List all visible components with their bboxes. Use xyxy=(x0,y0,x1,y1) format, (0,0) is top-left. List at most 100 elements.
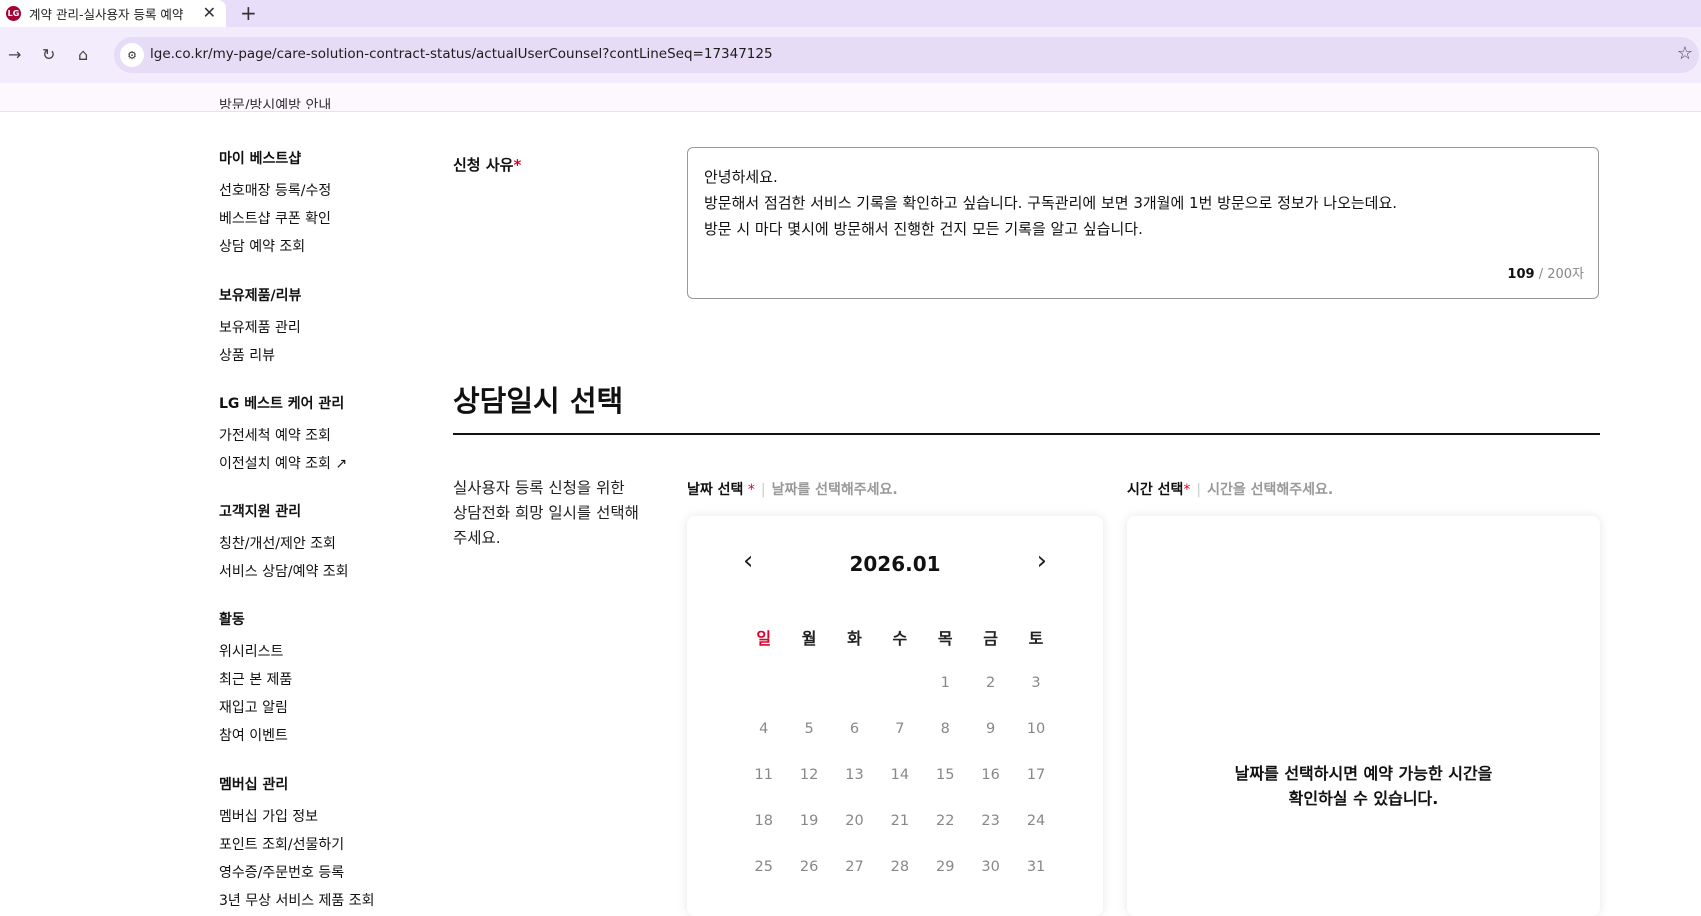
sidebar-item[interactable]: 포인트 조회/선물하기 xyxy=(219,834,344,854)
sidebar-item[interactable]: 이전설치 예약 조회 ↗ xyxy=(219,453,347,473)
calendar-day[interactable]: 1 xyxy=(923,675,968,691)
calendar-day[interactable]: 12 xyxy=(786,767,831,783)
reason-textarea[interactable]: 안녕하세요. 방문해서 점검한 서비스 기록을 확인하고 싶습니다. 구독관리에… xyxy=(687,147,1599,299)
sidebar-item[interactable]: 보유제품 관리 xyxy=(219,317,301,337)
bookmark-star-icon[interactable]: ☆ xyxy=(1677,43,1693,64)
calendar-day[interactable]: 14 xyxy=(877,767,922,783)
calendar-day[interactable]: 16 xyxy=(968,767,1013,783)
calendar-week: 123 xyxy=(741,660,1059,706)
sidebar-item[interactable]: 상품 리뷰 xyxy=(219,345,275,365)
tab-close-icon[interactable]: ✕ xyxy=(203,3,216,22)
calendar-day[interactable]: 28 xyxy=(877,859,922,875)
time-picker-label: 시간 선택* | 시간을 선택해주세요. xyxy=(1127,482,1334,498)
sidebar-item[interactable]: 위시리스트 xyxy=(219,641,283,661)
weekday-label: 토 xyxy=(1028,629,1044,648)
sidebar-group-title: 멤버십 관리 xyxy=(219,777,289,793)
address-bar[interactable]: ⚙ lge.co.kr/my-page/care-solution-contra… xyxy=(114,37,1699,73)
calendar-day[interactable]: 29 xyxy=(923,859,968,875)
weekday-label: 목 xyxy=(937,629,953,648)
sidebar-group-title: 마이 베스트샵 xyxy=(219,151,302,167)
calendar-week: 25 26 27 28 29 30 31 xyxy=(741,844,1059,890)
reason-line: 방문 시 마다 몇시에 방문해서 진행한 건지 모든 기록을 알고 싶습니다. xyxy=(704,220,1143,238)
calendar-day[interactable]: 26 xyxy=(786,859,831,875)
weekday-label: 금 xyxy=(983,629,999,648)
calendar-day[interactable]: 23 xyxy=(968,813,1013,829)
section-divider xyxy=(453,433,1600,435)
tab-title: 계약 관리-실사용자 등록 예약 xyxy=(29,7,184,22)
sidebar-item[interactable]: 영수증/주문번호 등록 xyxy=(219,862,344,882)
calendar-day[interactable]: 20 xyxy=(832,813,877,829)
calendar-day[interactable]: 30 xyxy=(968,859,1013,875)
weekday-label: 월 xyxy=(801,629,817,648)
char-counter: 109 / 200자 xyxy=(1507,267,1584,282)
calendar-day[interactable]: 11 xyxy=(741,767,786,783)
next-month-icon[interactable]: › xyxy=(1037,546,1047,576)
sidebar-item[interactable]: 선호매장 등록/수정 xyxy=(219,180,331,200)
sidebar-group-title: 고객지원 관리 xyxy=(219,504,302,520)
calendar-day[interactable]: 24 xyxy=(1013,813,1058,829)
calendar-card: ‹ 2026.01 › 일 월 화 수 목 금 토 1 2 3 4 5 6 7 8 9 10 11 12 13 14 15… xyxy=(687,516,1103,916)
weekday-label: 수 xyxy=(892,629,908,648)
calendar-day[interactable]: 2 xyxy=(968,675,1013,691)
sidebar-group-title: 활동 xyxy=(219,612,245,628)
sidebar-item[interactable]: 칭찬/개선/제안 조회 xyxy=(219,533,336,553)
weekday-label: 화 xyxy=(847,629,862,648)
calendar-day[interactable]: 6 xyxy=(832,721,877,737)
reason-label: 신청 사유* xyxy=(453,156,522,174)
calendar-week: 4 5 6 7 8 9 10 xyxy=(741,706,1059,752)
home-icon[interactable]: ⌂ xyxy=(78,45,88,64)
schedule-description: 실사용자 등록 신청을 위한 상담전화 희망 일시를 선택해 주세요. xyxy=(453,479,639,547)
calendar-grid: 일 월 화 수 목 금 토 1 2 3 4 5 6 7 8 9 10 11 12 13 14 15 16 17 18 19 20 21… xyxy=(741,614,1059,890)
calendar-day[interactable]: 10 xyxy=(1013,721,1058,737)
calendar-day[interactable]: 27 xyxy=(832,859,877,875)
time-card: 날짜를 선택하시면 예약 가능한 시간을 확인하실 수 있습니다. xyxy=(1127,516,1600,916)
required-mark: * xyxy=(513,156,522,174)
reload-icon[interactable]: ↻ xyxy=(42,45,55,64)
sidebar-item[interactable]: 최근 본 제품 xyxy=(219,669,292,689)
lg-favicon-icon: LG xyxy=(6,6,21,21)
calendar-day[interactable]: 5 xyxy=(786,721,831,737)
time-empty-message: 날짜를 선택하시면 예약 가능한 시간을 확인하실 수 있습니다. xyxy=(1234,764,1493,808)
sidebar-item[interactable]: 3년 무상 서비스 제품 조회 xyxy=(219,890,375,910)
sidebar-item[interactable]: 참여 이벤트 xyxy=(219,725,288,745)
sidebar-item[interactable]: 서비스 상담/예약 조회 xyxy=(219,561,349,581)
tab-strip: LG 계약 관리-실사용자 등록 예약 ✕ + xyxy=(0,0,1701,27)
sidebar-item[interactable]: 베스트샵 쿠폰 확인 xyxy=(219,208,331,228)
forward-icon[interactable]: → xyxy=(8,45,21,64)
section-title: 상담일시 선택 xyxy=(453,384,624,418)
calendar-week: 11 12 13 14 15 16 17 xyxy=(741,752,1059,798)
calendar-day[interactable]: 21 xyxy=(877,813,922,829)
sidebar-item[interactable]: 재입고 알림 xyxy=(219,697,288,717)
sidebar-item[interactable]: 상담 예약 조회 xyxy=(219,236,305,256)
url-text[interactable]: lge.co.kr/my-page/care-solution-contract… xyxy=(150,46,773,62)
calendar-week: 18 19 20 21 22 23 24 xyxy=(741,798,1059,844)
reason-line: 방문해서 점검한 서비스 기록을 확인하고 싶습니다. 구독관리에 보면 3개월… xyxy=(704,194,1398,212)
calendar-day[interactable]: 25 xyxy=(741,859,786,875)
calendar-day[interactable]: 31 xyxy=(1013,859,1058,875)
active-tab[interactable]: LG 계약 관리-실사용자 등록 예약 ✕ xyxy=(0,0,226,27)
weekday-row: 일월화수목금토 xyxy=(741,614,1059,660)
calendar-day[interactable]: 4 xyxy=(741,721,786,737)
calendar-day[interactable]: 17 xyxy=(1013,767,1058,783)
calendar-day[interactable]: 22 xyxy=(923,813,968,829)
calendar-day[interactable]: 13 xyxy=(832,767,877,783)
time-placeholder: 시간을 선택해주세요. xyxy=(1207,482,1334,498)
calendar-day[interactable]: 9 xyxy=(968,721,1013,737)
calendar-day[interactable]: 15 xyxy=(923,767,968,783)
sidebar-group-title: 보유제품/리뷰 xyxy=(219,288,302,304)
calendar-day[interactable]: 3 xyxy=(1013,675,1058,691)
date-picker-label: 날짜 선택 * | 날짜를 선택해주세요. xyxy=(687,482,898,498)
sidebar-item[interactable]: 가전세척 예약 조회 xyxy=(219,425,331,445)
calendar-day[interactable]: 7 xyxy=(877,721,922,737)
reason-line: 안녕하세요. xyxy=(704,168,778,186)
sidebar-clipped-item[interactable]: 방문/방시예방 안내 xyxy=(219,95,331,109)
date-placeholder: 날짜를 선택해주세요. xyxy=(771,482,898,498)
new-tab-button[interactable]: + xyxy=(240,1,257,25)
sidebar-item[interactable]: 멤버십 가입 정보 xyxy=(219,806,318,826)
calendar-day[interactable]: 19 xyxy=(786,813,831,829)
calendar-day[interactable]: 8 xyxy=(923,721,968,737)
browser-toolbar: → ↻ ⌂ ⚙ lge.co.kr/my-page/care-solution-… xyxy=(0,27,1701,83)
calendar-day[interactable]: 18 xyxy=(741,813,786,829)
sidebar-group-title: LG 베스트 케어 관리 xyxy=(219,396,345,412)
site-info-icon[interactable]: ⚙ xyxy=(120,43,144,67)
